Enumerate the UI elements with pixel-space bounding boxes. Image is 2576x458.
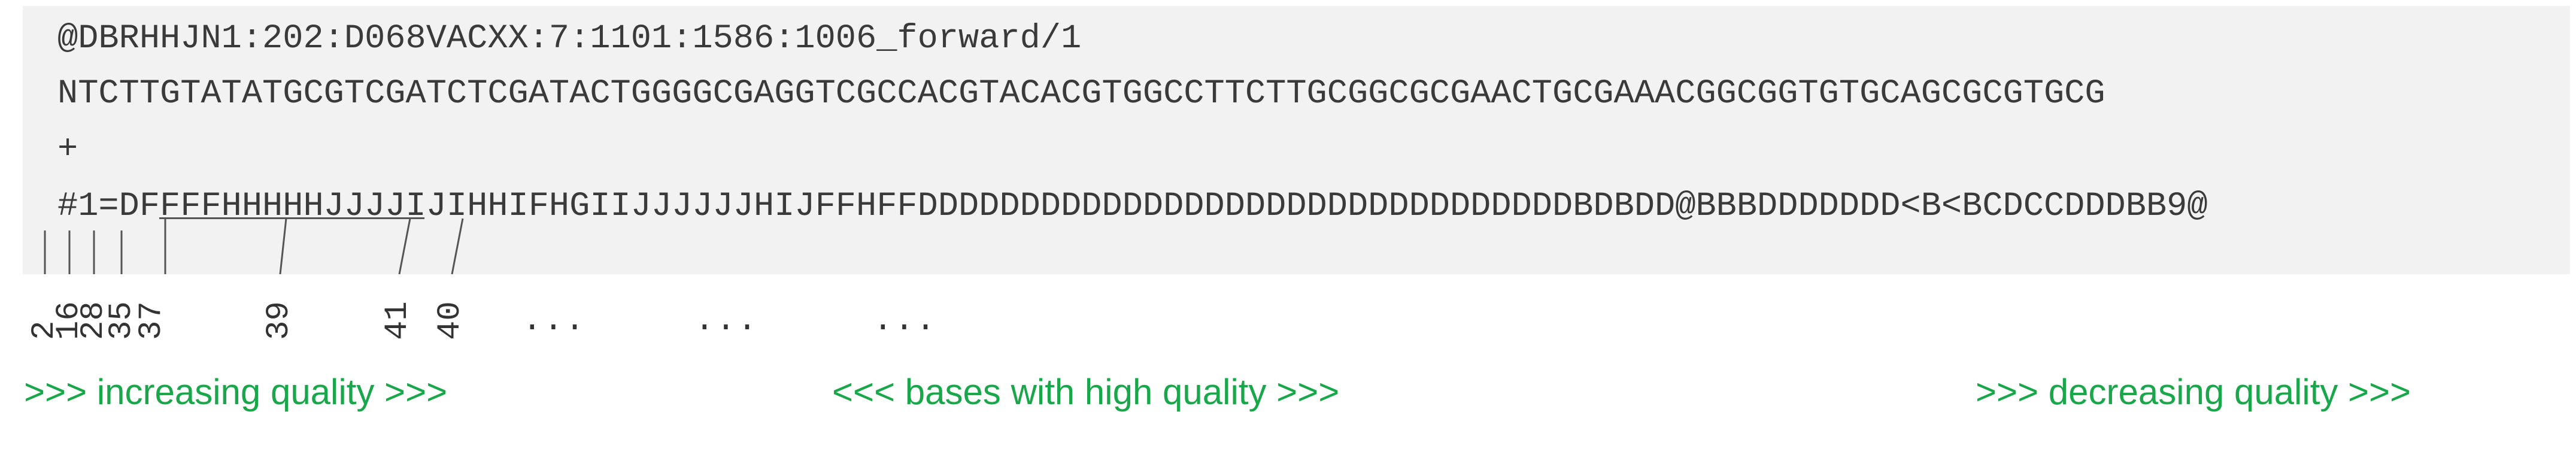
fastq-figure: @DBRHHJN1:202:D068VACXX:7:1101:1586:1006… — [0, 0, 2576, 458]
ellipsis-2: ... — [694, 301, 758, 339]
score-label-37: 37 — [133, 301, 170, 340]
score-label-28: 28 — [75, 301, 112, 340]
score-label-39: 39 — [261, 301, 298, 340]
ellipsis-1: ... — [522, 301, 586, 339]
leader-line-40 — [451, 218, 464, 275]
caption-high-quality: <<< bases with high quality >>> — [832, 372, 1340, 412]
score-label-40: 40 — [432, 301, 469, 340]
score-label-35: 35 — [104, 301, 140, 340]
leader-line-39 — [279, 218, 287, 275]
ellipsis-3: ... — [873, 301, 937, 339]
leader-line-41 — [398, 218, 411, 275]
score-label-41: 41 — [380, 301, 416, 340]
caption-decreasing-quality: >>> decreasing quality >>> — [1976, 372, 2411, 412]
caption-increasing-quality: >>> increasing quality >>> — [24, 372, 448, 412]
